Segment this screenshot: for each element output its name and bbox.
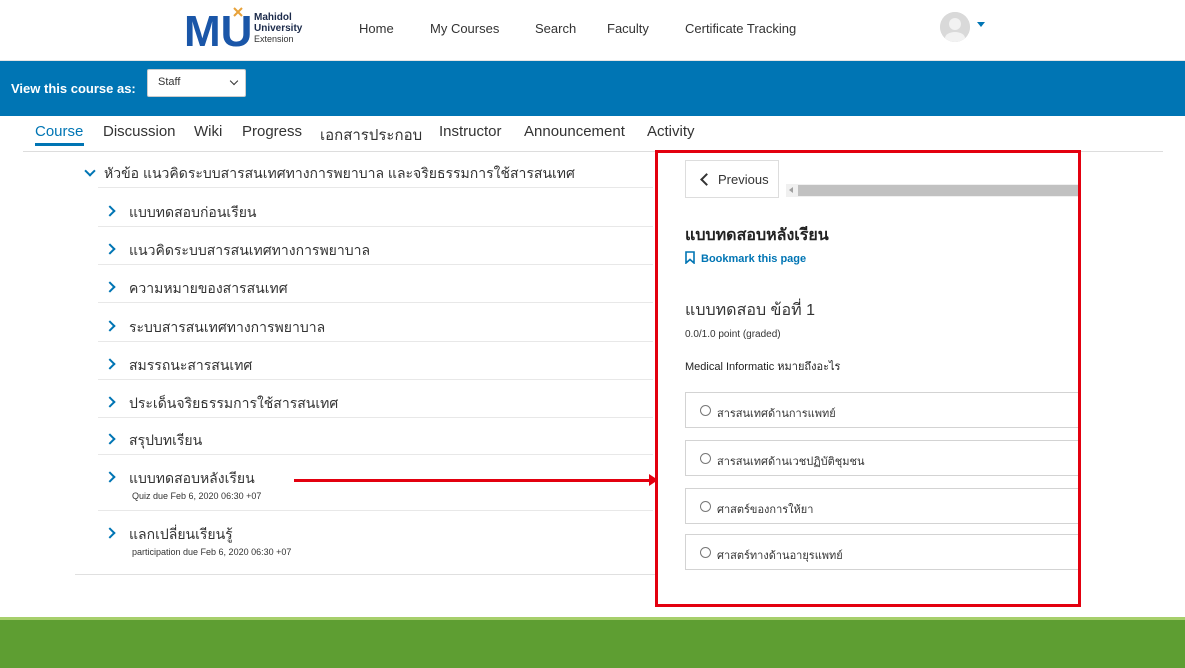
chevron-right-icon (104, 471, 116, 483)
divider (98, 510, 653, 511)
nav-my-courses[interactable]: My Courses (430, 21, 499, 36)
outline-item-label: แบบทดสอบหลังเรียน (129, 470, 255, 486)
logo-line-2: University (254, 22, 303, 34)
tab-documents[interactable]: เอกสารประกอบ (320, 123, 422, 147)
divider (98, 417, 653, 418)
outline-item-label: สรุปบทเรียน (129, 432, 203, 448)
outline-item-label: แลกเปลี่ยนเรียนรู้ (129, 526, 233, 542)
mu-logo-mark: MU (184, 6, 252, 56)
view-as-select[interactable]: Staff (147, 69, 246, 97)
nav-search[interactable]: Search (535, 21, 576, 36)
logo-line-3: Extension (254, 33, 294, 44)
top-navbar: MU Mahidol University Extension Home My … (0, 0, 1185, 61)
nav-faculty[interactable]: Faculty (607, 21, 649, 36)
user-avatar[interactable] (940, 12, 970, 42)
outline-item-due: participation due Feb 6, 2020 06:30 +07 (132, 547, 292, 557)
nav-certificate-tracking[interactable]: Certificate Tracking (685, 21, 796, 36)
chevron-down-icon (229, 76, 239, 86)
outline-item-label: ความหมายของสารสนเทศ (129, 280, 288, 296)
tab-discussion[interactable]: Discussion (103, 123, 176, 140)
chevron-right-icon (104, 358, 116, 370)
tab-instructor[interactable]: Instructor (439, 123, 502, 140)
tab-progress[interactable]: Progress (242, 123, 302, 140)
chevron-right-icon (104, 396, 116, 408)
outline-item-label: ประเด็นจริยธรรมการใช้สารสนเทศ (129, 395, 339, 411)
outline-item-label: แนวคิดระบบสารสนเทศทางการพยาบาล (129, 242, 371, 258)
tab-announcement[interactable]: Announcement (524, 123, 625, 140)
active-tab-indicator (35, 143, 84, 146)
view-as-bar: View this course as: Staff (0, 61, 1185, 116)
view-as-selected-value: Staff (158, 76, 181, 88)
tab-wiki[interactable]: Wiki (194, 123, 222, 140)
outline-item-label: ระบบสารสนเทศทางการพยาบาล (129, 319, 326, 335)
logo-text: Mahidol University Extension (254, 12, 302, 45)
chevron-right-icon (104, 320, 116, 332)
chevron-right-icon (104, 527, 116, 539)
chevron-right-icon (104, 205, 116, 217)
outline-item-label: สมรรถนะสารสนเทศ (129, 357, 253, 373)
divider (98, 226, 653, 227)
user-menu-caret-icon[interactable] (977, 22, 985, 27)
view-as-label: View this course as: (11, 81, 136, 96)
nav-home[interactable]: Home (359, 21, 394, 36)
tab-activity[interactable]: Activity (647, 123, 695, 140)
section-title[interactable]: หัวข้อ แนวคิดระบบสารสนเทศทางการพยาบาล แล… (104, 163, 575, 185)
course-tabs: Course Discussion Wiki Progress เอกสารปร… (0, 116, 1185, 150)
divider (98, 379, 653, 380)
outline-item-label: แบบทดสอบก่อนเรียน (129, 204, 257, 220)
divider (98, 264, 653, 265)
chevron-down-icon[interactable] (84, 165, 96, 177)
divider (98, 302, 653, 303)
outline-item-due: Quiz due Feb 6, 2020 06:30 +07 (132, 491, 262, 501)
divider (98, 341, 653, 342)
outline-bottom-border (75, 574, 655, 575)
tab-course[interactable]: Course (35, 123, 83, 140)
annotation-arrow-line (294, 479, 650, 482)
chevron-right-icon (104, 243, 116, 255)
chevron-right-icon (104, 433, 116, 445)
mahidol-extension-logo[interactable]: MU Mahidol University Extension (184, 4, 302, 56)
footer (0, 620, 1185, 668)
logo-line-1: Mahidol (254, 11, 292, 23)
annotation-highlight-box (655, 150, 1081, 607)
chevron-right-icon (104, 281, 116, 293)
divider (98, 454, 653, 455)
divider (98, 187, 653, 188)
